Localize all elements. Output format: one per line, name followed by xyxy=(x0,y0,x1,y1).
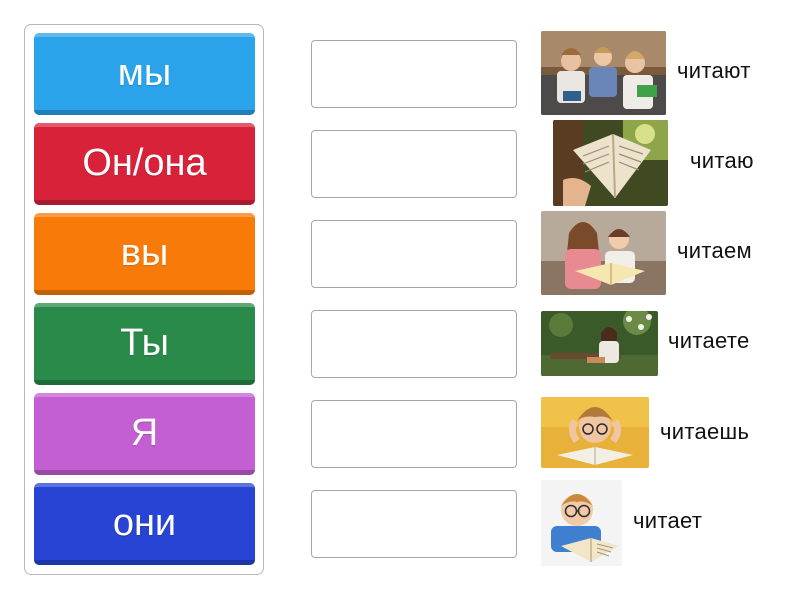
tile-on-ona[interactable]: Он/она xyxy=(34,123,255,205)
answer-word-6: читает xyxy=(633,508,703,533)
answer-word-2: читаю xyxy=(690,148,754,173)
answer-word-3: читаем xyxy=(677,238,752,263)
tile-ty[interactable]: Ты xyxy=(34,303,255,385)
mother-daughter-reading-image xyxy=(541,211,666,295)
tile-ya[interactable]: Я xyxy=(34,393,255,475)
open-book-image xyxy=(553,120,668,206)
drop-slot-4[interactable] xyxy=(311,310,517,378)
children-reading-image xyxy=(541,31,666,115)
drop-slot-6[interactable] xyxy=(311,490,517,558)
answer-word-4: читаете xyxy=(668,328,750,353)
woman-reading-bench-image xyxy=(541,311,658,376)
tile-vy[interactable]: вы xyxy=(34,213,255,295)
boy-with-glasses-image xyxy=(541,480,622,566)
answer-word-1: читают xyxy=(677,58,751,83)
tile-oni[interactable]: они xyxy=(34,483,255,565)
tile-label: они xyxy=(112,502,177,544)
drop-slot-5[interactable] xyxy=(311,400,517,468)
tile-label: Я xyxy=(130,412,159,454)
tile-label: вы xyxy=(120,232,169,274)
drop-slot-1[interactable] xyxy=(311,40,517,108)
tile-label: мы xyxy=(117,52,172,94)
frustrated-boy-image xyxy=(541,397,649,468)
tile-my[interactable]: мы xyxy=(34,33,255,115)
tile-label: Он/она xyxy=(82,142,207,184)
answer-word-5: читаешь xyxy=(660,419,750,444)
drop-slot-3[interactable] xyxy=(311,220,517,288)
drop-slot-2[interactable] xyxy=(311,130,517,198)
tile-label: Ты xyxy=(120,322,169,364)
